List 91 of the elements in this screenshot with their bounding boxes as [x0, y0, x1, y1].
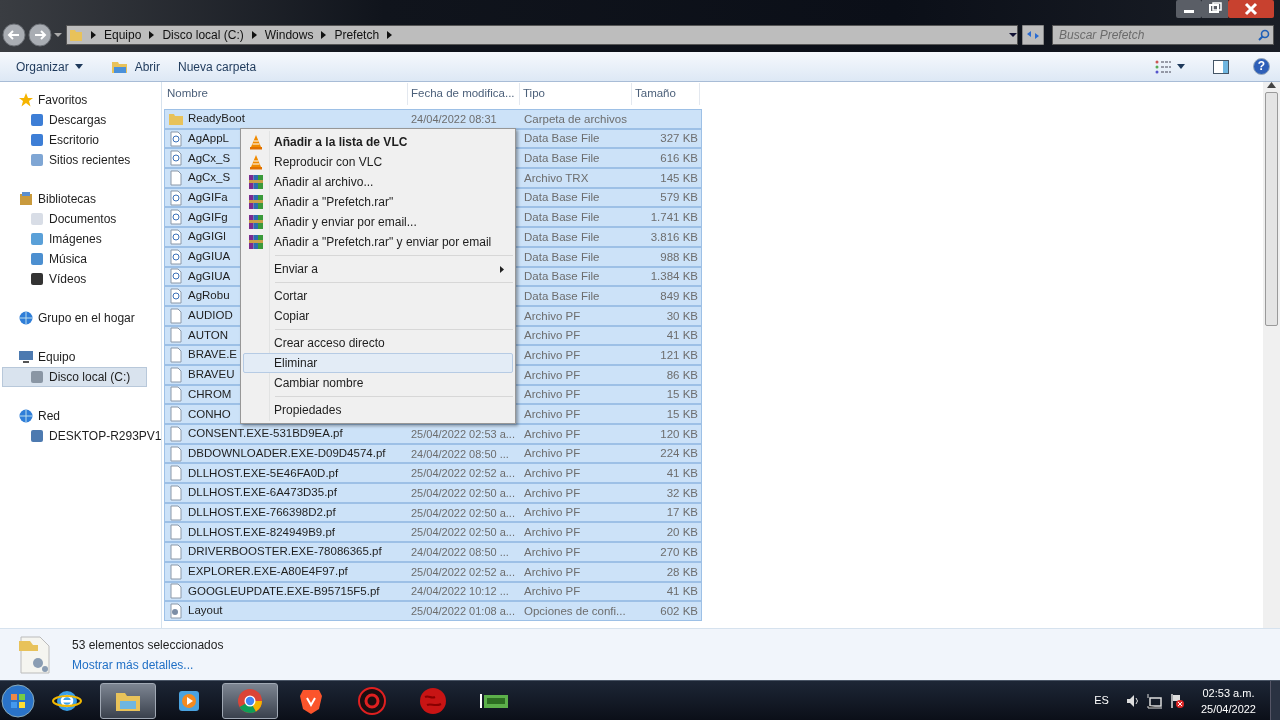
file-type: Archivo PF	[524, 526, 581, 539]
file-size: 145 KB	[660, 171, 698, 184]
file-type: Carpeta de archivos	[524, 112, 627, 125]
file-size: 41 KB	[666, 467, 698, 480]
file-type: Archivo PF	[524, 506, 581, 519]
file-type: Data Base File	[524, 191, 600, 204]
file-name: DLLHOST.EXE-6A473D35.pf	[188, 485, 337, 501]
file-size: 32 KB	[666, 486, 698, 499]
file-name: DLLHOST.EXE-5E46FA0D.pf	[188, 465, 339, 481]
file-name: Layout	[188, 603, 223, 619]
file-type: Data Base File	[524, 152, 600, 165]
clock-time: 02:53 a.m.	[1202, 685, 1255, 701]
file-type: Archivo PF	[524, 309, 581, 322]
file-size: 30 KB	[666, 309, 698, 322]
file-type: Archivo PF	[524, 368, 581, 381]
file-name: AgCx_S	[188, 170, 231, 186]
file-name: AgAppL	[188, 130, 229, 146]
file-size: 20 KB	[666, 526, 698, 539]
file-size: 41 KB	[666, 329, 698, 342]
file-type: Archivo TRX	[524, 171, 589, 184]
file-size: 3.816 KB	[650, 230, 698, 243]
file-type: Data Base File	[524, 250, 600, 263]
file-size: 121 KB	[660, 348, 698, 361]
file-name: AgRobu	[188, 288, 230, 304]
file-size: 15 KB	[666, 408, 698, 421]
file-name: BRAVEU	[188, 367, 235, 383]
file-date: 25/04/2022 02:50 a...	[411, 526, 515, 539]
file-type: Archivo PF	[524, 447, 581, 460]
file-name: DLLHOST.EXE-766398D2.pf	[188, 504, 336, 520]
file-type: Data Base File	[524, 211, 600, 224]
file-type: Archivo PF	[524, 348, 581, 361]
file-name: DRIVERBOOSTER.EXE-78086365.pf	[188, 544, 382, 560]
file-size: 224 KB	[660, 447, 698, 460]
file-date: 25/04/2022 02:52 a...	[411, 467, 515, 480]
file-size: 86 KB	[666, 368, 698, 381]
file-type: Archivo PF	[524, 565, 581, 578]
file-size: 327 KB	[660, 132, 698, 145]
file-type: Data Base File	[524, 132, 600, 145]
file-date: 25/04/2022 02:50 a...	[411, 486, 515, 499]
file-type: Data Base File	[524, 230, 600, 243]
file-type: Archivo PF	[524, 467, 581, 480]
file-name: AgGIUA	[188, 249, 231, 265]
file-type: Archivo PF	[524, 388, 581, 401]
file-date: 24/04/2022 08:31	[411, 112, 497, 125]
file-name: AgGIFa	[188, 189, 228, 205]
clock-date: 25/04/2022	[1200, 701, 1256, 717]
file-type: Data Base File	[524, 270, 600, 283]
file-size: 849 KB	[660, 289, 698, 302]
file-name: AUTON	[188, 327, 229, 343]
file-name: DLLHOST.EXE-824949B9.pf	[188, 524, 336, 540]
file-date: 24/04/2022 10:12 ...	[411, 585, 509, 598]
file-date: 25/04/2022 01:08 a...	[411, 605, 515, 618]
file-type: Archivo PF	[524, 427, 581, 440]
file-name: ReadyBoot	[188, 111, 245, 127]
file-size: 1.384 KB	[650, 270, 698, 283]
file-date: 25/04/2022 02:53 a...	[411, 427, 515, 440]
file-type: Archivo PF	[524, 486, 581, 499]
file-size: 602 KB	[660, 604, 698, 617]
file-size: 120 KB	[660, 427, 698, 440]
file-type: Archivo PF	[524, 329, 581, 342]
file-size: 1.741 KB	[650, 211, 698, 224]
file-type: Archivo PF	[524, 408, 581, 421]
file-date: 24/04/2022 08:50 ...	[411, 447, 509, 460]
file-size: 15 KB	[666, 388, 698, 401]
file-name: EXPLORER.EXE-A80E4F97.pf	[188, 564, 348, 580]
file-name: AgGIUA	[188, 268, 231, 284]
file-type: Archivo PF	[524, 545, 581, 558]
file-size: 616 KB	[660, 152, 698, 165]
file-name: AgGIFg	[188, 209, 228, 225]
file-size: 988 KB	[660, 250, 698, 263]
file-type: Opciones de confi...	[524, 604, 626, 617]
file-type: Data Base File	[524, 289, 600, 302]
file-size: 17 KB	[666, 506, 698, 519]
file-date: 24/04/2022 08:50 ...	[411, 545, 509, 558]
selection-count: 53 elementos seleccionados	[72, 636, 224, 654]
file-name: AgGIGl	[188, 229, 226, 245]
file-size: 579 KB	[660, 191, 698, 204]
file-type: Archivo PF	[524, 585, 581, 598]
file-name: DBDOWNLOADER.EXE-D09D4574.pf	[188, 445, 386, 461]
file-size: 270 KB	[660, 545, 698, 558]
file-name: AgCx_S	[188, 150, 231, 166]
file-name: CONSENT.EXE-531BD9EA.pf	[188, 426, 343, 442]
file-name: AUDIOD	[188, 308, 233, 324]
file-name: CHROM	[188, 386, 232, 402]
file-name: BRAVE.E	[188, 347, 237, 363]
file-date: 25/04/2022 02:52 a...	[411, 565, 515, 578]
file-name: GOOGLEUPDATE.EXE-B95715F5.pf	[188, 583, 380, 599]
file-size: 28 KB	[666, 565, 698, 578]
file-size: 41 KB	[666, 585, 698, 598]
file-name: CONHO	[188, 406, 231, 422]
file-date: 25/04/2022 02:50 a...	[411, 506, 515, 519]
